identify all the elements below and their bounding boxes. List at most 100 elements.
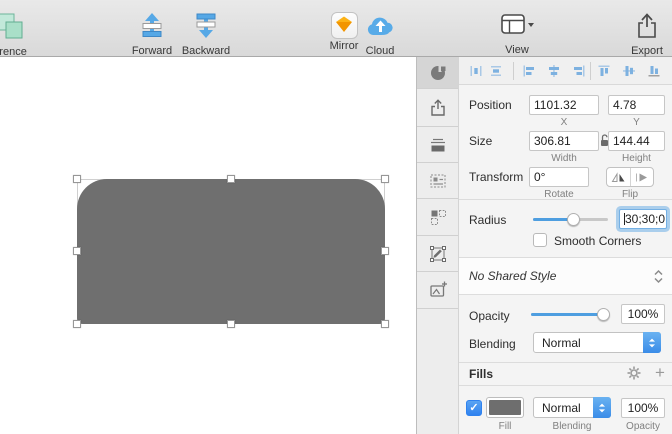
handle-top-center[interactable] [227,175,235,183]
image-add-icon [429,281,447,297]
size-label: Size [469,134,493,148]
y-sub-label: Y [633,117,640,128]
toolbar-item-view[interactable]: View [485,12,549,56]
x-sub-label: X [560,117,568,128]
fill-color [489,400,521,415]
size-width-field[interactable]: 306.81 [529,131,599,151]
fills-header: Fills [469,367,494,381]
align-bottom-icon[interactable] [646,63,662,79]
style-tab-icon [430,64,445,80]
gear-icon[interactable] [627,366,641,380]
tab-style[interactable] [417,57,458,89]
cloud-upload-icon [365,12,396,39]
send-backward-icon [193,12,219,39]
blending-label: Blending [469,337,516,351]
view-layout-icon [499,12,535,39]
toolbar-item-cloud[interactable]: Cloud [348,12,412,57]
fill-sub-label: Fill [498,421,512,432]
blending-dropdown[interactable]: Normal [533,332,661,353]
handle-middle-left[interactable] [73,247,81,255]
boolean-difference-icon [0,12,25,39]
toolbar-label: Backward [181,45,231,57]
flip-control [606,167,654,187]
align-top-icon[interactable] [596,63,612,79]
dropdown-arrows-icon [593,397,611,418]
shape[interactable] [77,179,385,324]
divider [513,62,514,80]
distribute-horizontally-icon[interactable] [468,63,484,79]
toolbar-label: Cloud [365,45,395,57]
toolbar: erence Forward Backward [0,0,672,58]
toolbar-label: Export [631,45,663,57]
handle-top-right[interactable] [381,175,389,183]
tab-image[interactable] [417,272,458,309]
distribute-vertically-icon[interactable] [488,63,504,79]
inspector-panel: Position 1101.32 4.78 X Y Size 306.81 14… [416,57,672,434]
align-center-horizontal-icon[interactable] [546,63,562,79]
radius-slider-thumb[interactable] [567,213,581,226]
handle-middle-right[interactable] [381,247,389,255]
opacity-slider-thumb[interactable] [597,308,610,321]
share-icon [430,98,445,116]
alignment-toolbar [459,57,672,85]
artboard-icon [430,138,445,151]
radius-slider[interactable] [533,213,608,226]
vector-edit-icon [429,245,446,262]
tab-selection[interactable] [417,199,458,236]
flip-horizontal-button[interactable] [607,168,631,186]
chevron-down-icon [528,23,534,27]
height-sub-label: Height [622,153,651,164]
form-icon [430,174,445,187]
tab-vector-edit[interactable] [417,236,458,272]
flip-vertical-button[interactable] [631,168,654,186]
tab-artboard[interactable] [417,127,458,163]
toolbar-item-backward[interactable]: Backward [174,12,238,57]
handle-bottom-center[interactable] [227,320,235,328]
toolbar-item-export[interactable]: Export [615,12,672,57]
smooth-corners-label: Smooth Corners [554,234,642,248]
align-right-icon[interactable] [571,63,587,79]
fill-opacity-sub-label: Opacity [626,421,660,432]
position-y-field[interactable]: 4.78 [608,95,665,115]
divider [459,385,672,386]
align-left-icon[interactable] [521,63,537,79]
handle-top-left[interactable] [73,175,81,183]
opacity-slider[interactable] [531,308,610,321]
divider [459,199,672,200]
add-fill-button[interactable]: + [651,363,669,383]
dropdown-arrows-icon [643,332,661,353]
handle-bottom-left[interactable] [73,320,81,328]
smooth-corners-checkbox[interactable] [533,233,547,247]
fill-blending-sub-label: Blending [552,421,592,432]
radius-field[interactable]: 30;30;0 [619,209,667,229]
size-height-field[interactable]: 144.44 [608,131,665,151]
chevron-up-down-icon [654,269,663,284]
position-x-field[interactable]: 1101.32 [529,95,599,115]
divider [590,62,591,80]
canvas[interactable] [0,57,416,434]
tab-form[interactable] [417,163,458,199]
fill-blending-dropdown[interactable]: Normal [533,397,611,418]
selection-icon [430,210,446,225]
rotate-field[interactable]: 0° [529,167,589,187]
export-icon [635,12,659,39]
fill-enabled-checkbox[interactable]: ✓ [466,400,482,416]
toolbar-label: View [505,44,529,56]
transform-label: Transform [469,170,524,184]
fill-color-swatch[interactable] [486,397,524,418]
shared-style-dropdown[interactable]: No Shared Style [459,258,672,295]
position-label: Position [469,98,512,112]
width-sub-label: Width [551,153,577,164]
align-middle-vertical-icon[interactable] [621,63,637,79]
inspector-content: Position 1101.32 4.78 X Y Size 306.81 14… [459,57,672,434]
tab-share[interactable] [417,89,458,127]
divider [459,362,672,363]
radius-label: Radius [469,213,507,227]
opacity-field[interactable]: 100% [621,304,665,324]
toolbar-item-difference[interactable]: erence [0,12,42,58]
fill-opacity-field[interactable]: 100% [621,398,665,418]
handle-bottom-right[interactable] [381,320,389,328]
bring-forward-icon [139,12,165,39]
opacity-label: Opacity [469,309,510,323]
inspector-tab-strip [417,57,459,434]
